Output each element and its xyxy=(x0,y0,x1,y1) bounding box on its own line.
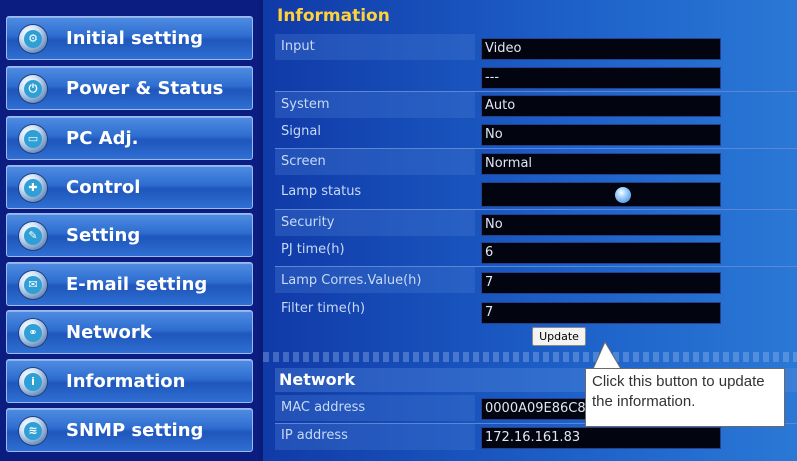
information-icon: i xyxy=(19,368,47,396)
info-label-system: System xyxy=(281,97,330,112)
nav-label: Information xyxy=(66,371,186,392)
nav-setting-button[interactable]: ✎ Setting xyxy=(6,213,253,257)
info-label-filter-time: Filter time(h) xyxy=(281,301,366,316)
nav-email-setting-button[interactable]: ✉ E-mail setting xyxy=(6,262,253,306)
nav-snmp-setting-button[interactable]: ≋ SNMP setting xyxy=(6,408,253,452)
email-icon: ✉ xyxy=(19,271,47,299)
nav-label: Power & Status xyxy=(66,78,224,99)
info-value-screen: Normal xyxy=(481,153,721,175)
nav-label: Initial setting xyxy=(66,28,204,49)
callout-pointer xyxy=(592,340,622,370)
nav-network-button[interactable]: ⚭ Network xyxy=(6,310,253,354)
info-value-pj-time: 6 xyxy=(481,242,721,264)
pc-adjust-icon: ▭ xyxy=(19,125,47,153)
info-label-input: Input xyxy=(281,39,315,54)
info-label-security: Security xyxy=(281,215,335,230)
info-value-sub-input: --- xyxy=(481,67,721,89)
setting-icon: ✎ xyxy=(19,222,47,250)
info-value-system: Auto xyxy=(481,95,721,117)
info-label-lamp-status: Lamp status xyxy=(281,184,362,199)
control-icon: ✚ xyxy=(19,174,47,202)
nav-label: Setting xyxy=(66,225,141,246)
info-value-lamp-status xyxy=(481,182,721,207)
callout-tooltip: Click this button to update the informat… xyxy=(585,368,785,427)
nav-initial-setting-button[interactable]: ⚙ Initial setting xyxy=(6,16,253,60)
nav-information-button[interactable]: i Information xyxy=(6,359,253,403)
nav-label: Network xyxy=(66,322,152,343)
section-divider xyxy=(263,352,797,362)
nav-power-status-button[interactable]: ⏻ Power & Status xyxy=(6,66,253,110)
lamp-status-icon xyxy=(615,187,631,203)
network-value-ip: 172.16.161.83 xyxy=(481,427,721,449)
nav-label: PC Adj. xyxy=(66,128,139,149)
info-value-input: Video xyxy=(481,38,721,60)
info-value-filter-time: 7 xyxy=(481,302,721,324)
nav-label: SNMP setting xyxy=(66,420,204,441)
initial-setting-icon: ⚙ xyxy=(19,25,47,53)
network-icon: ⚭ xyxy=(19,319,47,347)
info-label-signal: Signal xyxy=(281,124,321,139)
sidebar: ⚙ Initial setting ⏻ Power & Status ▭ PC … xyxy=(0,0,258,461)
info-label-pj-time: PJ time(h) xyxy=(281,242,345,257)
network-label-mac: MAC address xyxy=(281,400,366,415)
power-status-icon: ⏻ xyxy=(19,75,47,103)
info-value-signal: No xyxy=(481,124,721,146)
network-label-ip: IP address xyxy=(281,428,348,443)
info-value-security: No xyxy=(481,214,721,236)
network-section-title: Network xyxy=(279,370,356,389)
info-value-lamp-corres: 7 xyxy=(481,272,721,294)
snmp-icon: ≋ xyxy=(19,417,47,445)
information-section-title: Information xyxy=(277,6,390,26)
info-label-lamp-corres: Lamp Corres.Value(h) xyxy=(281,273,422,288)
nav-label: E-mail setting xyxy=(66,274,208,295)
info-label-sub-input xyxy=(281,64,471,86)
nav-label: Control xyxy=(66,177,141,198)
update-button[interactable]: Update xyxy=(532,327,586,346)
nav-pc-adjust-button[interactable]: ▭ PC Adj. xyxy=(6,116,253,160)
info-label-screen: Screen xyxy=(281,154,326,169)
nav-control-button[interactable]: ✚ Control xyxy=(6,165,253,209)
